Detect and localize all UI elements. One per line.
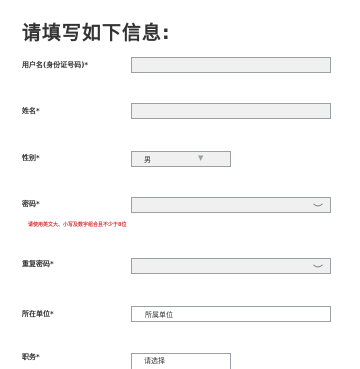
confirm-password-label: 重复密码* xyxy=(22,260,54,268)
position-selected-value: 请选择 xyxy=(144,357,165,365)
id-number-input[interactable] xyxy=(131,57,331,73)
confirm-password-input[interactable] xyxy=(131,258,331,274)
work-unit-placeholder: 所属单位 xyxy=(145,311,173,319)
password-label: 密码* xyxy=(22,200,40,208)
gender-select[interactable]: 男 ▼ xyxy=(131,151,231,167)
work-unit-label: 所在单位* xyxy=(22,310,54,318)
position-label: 职务* xyxy=(22,353,40,361)
position-select[interactable]: 请选择 xyxy=(131,353,231,369)
gender-selected-value: 男 xyxy=(144,156,151,164)
form-heading: 请填写如下信息: xyxy=(22,22,171,44)
password-hint: 请使用英文大、小写及数字组合且不少于8位 xyxy=(28,222,127,228)
gender-label: 性别* xyxy=(22,154,40,162)
id-number-label: 用户名(身份证号码)* xyxy=(22,61,89,69)
name-input[interactable] xyxy=(131,103,331,119)
chevron-down-icon: ▼ xyxy=(198,154,204,162)
name-label: 姓名* xyxy=(22,107,40,115)
work-unit-input[interactable]: 所属单位 xyxy=(131,306,331,322)
eye-closed-icon[interactable] xyxy=(313,203,323,208)
password-input[interactable] xyxy=(131,197,331,213)
eye-closed-icon[interactable] xyxy=(313,264,323,269)
